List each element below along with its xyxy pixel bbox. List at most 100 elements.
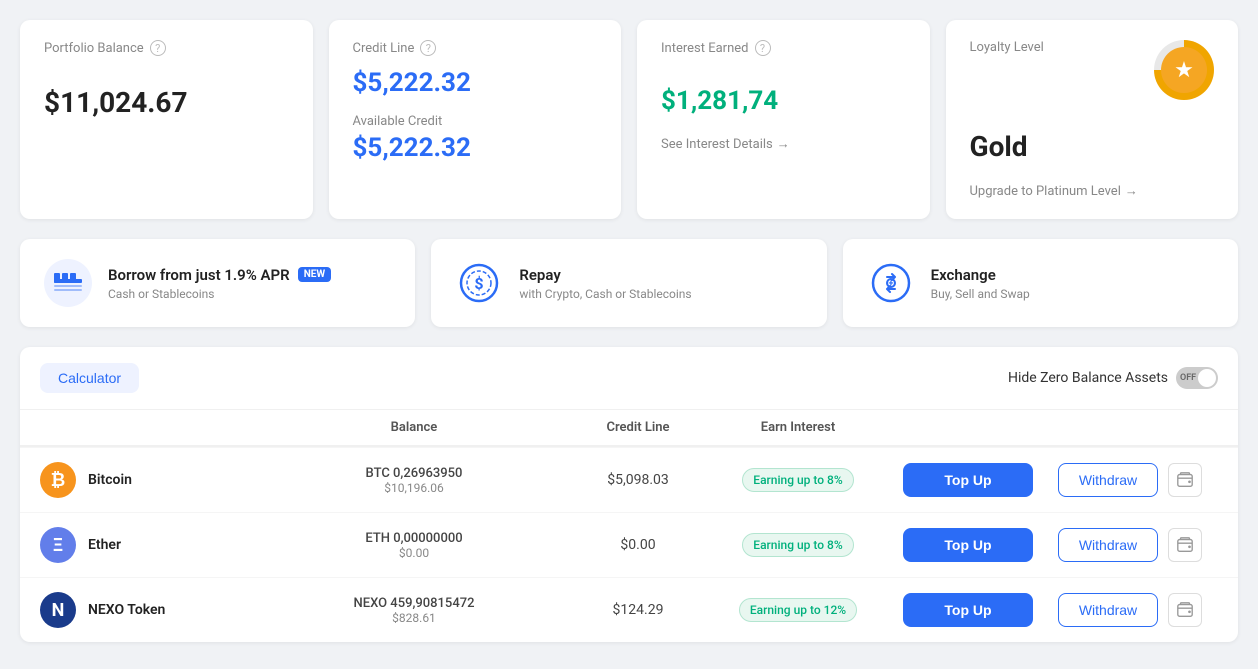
topup-button[interactable]: Top Up [903,593,1033,627]
interest-label: Interest Earned ? [661,40,906,56]
new-badge: NEW [298,267,331,282]
table-row: ₿ Bitcoin BTC 0,26963950 $10,196.06 $5,0… [20,447,1238,512]
col-credit-line: Credit Line [568,410,708,445]
upgrade-loyalty-link[interactable]: Upgrade to Platinum Level → [970,183,1215,199]
portfolio-label: Portfolio Balance ? [44,40,289,56]
withdraw-cell: Withdraw [1048,593,1168,627]
asset-name-cell: Ξ Ether [40,527,260,563]
interest-badge: Earning up to 12% [739,598,857,622]
loyalty-label: Loyalty Level [970,40,1044,55]
balance-usd: $0.00 [260,546,568,560]
borrow-info: Borrow from just 1.9% APR NEW Cash or St… [108,266,331,301]
credit-line-cell: $0.00 [568,537,708,553]
col-actions-2 [1048,418,1168,438]
col-asset [40,418,260,438]
credit-line-card: Credit Line ? $5,222.32 Available Credit… [329,20,622,219]
balance-crypto: BTC 0,26963950 [260,466,568,481]
borrow-subtitle: Cash or Stablecoins [108,287,331,301]
exchange-info: Exchange Buy, Sell and Swap [931,266,1030,301]
interest-value: $1,281,74 [661,86,906,116]
withdraw-button[interactable]: Withdraw [1058,593,1158,627]
wallet-cell [1168,463,1218,497]
calculator-button[interactable]: Calculator [40,363,139,393]
borrow-icon [44,259,92,307]
credit-value: $5,222.32 [353,68,598,98]
repay-icon: $ [455,259,503,307]
withdraw-button[interactable]: Withdraw [1058,463,1158,497]
loyalty-level-value: Gold [970,130,1215,163]
asset-name-eth: Ether [88,537,121,553]
repay-feature-card[interactable]: $ Repay with Crypto, Cash or Stablecoins [431,239,826,327]
available-credit-value: $5,222.32 [353,133,598,163]
earn-interest-cell: Earning up to 8% [708,533,888,557]
svg-text:+: + [888,279,893,289]
col-balance: Balance [260,410,568,445]
repay-title: Repay [519,266,691,284]
asset-rows-container: ₿ Bitcoin BTC 0,26963950 $10,196.06 $5,0… [20,447,1238,642]
repay-info: Repay with Crypto, Cash or Stablecoins [519,266,691,301]
balance-cell: BTC 0,26963950 $10,196.06 [260,466,568,495]
earn-interest-cell: Earning up to 8% [708,468,888,492]
earn-interest-cell: Earning up to 12% [708,598,888,622]
col-actions-3 [1168,418,1218,438]
col-actions-1 [888,418,1048,438]
borrow-title: Borrow from just 1.9% APR NEW [108,266,331,284]
toggle-off-text: OFF [1180,373,1196,383]
borrow-feature-card[interactable]: Borrow from just 1.9% APR NEW Cash or St… [20,239,415,327]
available-credit-label: Available Credit [353,114,598,129]
topup-button[interactable]: Top Up [903,528,1033,562]
interest-help-icon[interactable]: ? [755,40,771,56]
balance-crypto: NEXO 459,90815472 [260,596,568,611]
wallet-icon-button[interactable] [1168,593,1202,627]
loyalty-star-icon: ★ [1161,47,1207,93]
exchange-feature-card[interactable]: + Exchange Buy, Sell and Swap [843,239,1238,327]
wallet-icon-button[interactable] [1168,528,1202,562]
see-interest-details-link[interactable]: See Interest Details → [661,136,906,152]
portfolio-balance-card: Portfolio Balance ? $11,024.67 [20,20,313,219]
portfolio-help-icon[interactable]: ? [150,40,166,56]
withdraw-button[interactable]: Withdraw [1058,528,1158,562]
interest-earned-card: Interest Earned ? $1,281,74 See Interest… [637,20,930,219]
asset-name-btc: Bitcoin [88,472,132,488]
asset-icon-nexo: N [40,592,76,628]
credit-line-cell: $5,098.03 [568,472,708,488]
table-header: Calculator Hide Zero Balance Assets OFF [20,347,1238,410]
asset-name-cell: ₿ Bitcoin [40,462,260,498]
asset-icon-eth: Ξ [40,527,76,563]
balance-usd: $828.61 [260,611,568,625]
wallet-cell [1168,593,1218,627]
loyalty-level-card: Loyalty Level ★ Gold Upgrade to Platinum… [946,20,1239,219]
loyalty-header: Loyalty Level ★ [970,40,1215,100]
withdraw-cell: Withdraw [1048,528,1168,562]
balance-cell: ETH 0,00000000 $0.00 [260,531,568,560]
svg-text:$: $ [475,274,484,293]
loyalty-badge: ★ [1154,40,1214,100]
col-earn-interest: Earn Interest [708,410,888,445]
asset-icon-btc: ₿ [40,462,76,498]
credit-help-icon[interactable]: ? [420,40,436,56]
interest-badge: Earning up to 8% [742,468,853,492]
exchange-icon: + [867,259,915,307]
asset-name-cell: N NEXO Token [40,592,260,628]
wallet-icon-button[interactable] [1168,463,1202,497]
withdraw-cell: Withdraw [1048,463,1168,497]
balance-cell: NEXO 459,90815472 $828.61 [260,596,568,625]
portfolio-value: $11,024.67 [44,86,289,119]
hide-zero-assets-toggle: Hide Zero Balance Assets OFF [1008,367,1218,389]
exchange-title: Exchange [931,266,1030,284]
repay-subtitle: with Crypto, Cash or Stablecoins [519,287,691,301]
topup-cell: Top Up [888,593,1048,627]
wallet-cell [1168,528,1218,562]
credit-line-cell: $124.29 [568,602,708,618]
interest-badge: Earning up to 8% [742,533,853,557]
topup-button[interactable]: Top Up [903,463,1033,497]
balance-crypto: ETH 0,00000000 [260,531,568,546]
credit-label: Credit Line ? [353,40,598,56]
hide-zero-toggle[interactable]: OFF [1176,367,1218,389]
topup-cell: Top Up [888,528,1048,562]
topup-cell: Top Up [888,463,1048,497]
hide-zero-label: Hide Zero Balance Assets [1008,370,1168,386]
table-row: N NEXO Token NEXO 459,90815472 $828.61 $… [20,577,1238,642]
table-row: Ξ Ether ETH 0,00000000 $0.00 $0.00 Earni… [20,512,1238,577]
asset-name-nexo: NEXO Token [88,602,165,618]
